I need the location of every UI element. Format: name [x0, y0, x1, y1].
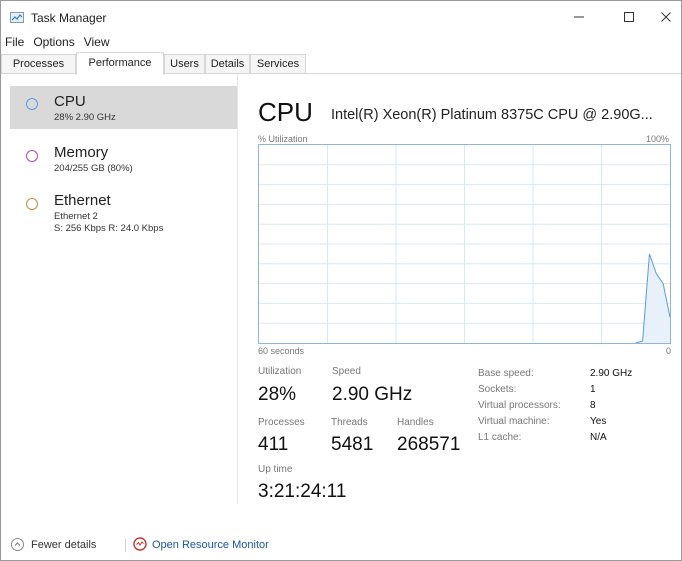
- uptime-value: 3:21:24:11: [258, 481, 347, 502]
- graph-max-label: 100%: [646, 134, 670, 144]
- menu-options[interactable]: Options: [29, 32, 79, 51]
- memory-indicator-icon: [26, 150, 38, 162]
- handles-value: 268571: [397, 434, 461, 455]
- threads-label: Threads: [331, 417, 368, 428]
- maximize-button[interactable]: [610, 6, 648, 28]
- spec-label: Virtual machine:: [478, 416, 550, 427]
- tab-users[interactable]: Users: [164, 54, 205, 74]
- spec-value: Yes: [590, 416, 607, 427]
- cpu-model: Intel(R) Xeon(R) Platinum 8375C CPU @ 2.…: [331, 107, 653, 123]
- resource-throughput: S: 256 Kbps R: 24.0 Kbps: [54, 223, 164, 234]
- resource-cpu[interactable]: CPU 28% 2.90 GHz: [10, 86, 237, 129]
- utilization-area: [635, 253, 670, 343]
- graph-y-label: % Utilization: [258, 134, 308, 144]
- spec-value: 2.90 GHz: [590, 368, 633, 379]
- utilization-value: 28%: [258, 384, 297, 405]
- tab-processes[interactable]: Processes: [1, 54, 76, 74]
- resource-name: CPU: [54, 93, 86, 110]
- menu-view[interactable]: View: [80, 32, 115, 51]
- menu-bar: File Options View: [1, 32, 115, 51]
- tab-strip: Processes Performance Users Details Serv…: [1, 52, 681, 75]
- processes-value: 411: [258, 434, 289, 455]
- tab-performance[interactable]: Performance: [76, 52, 164, 75]
- resource-name: Memory: [54, 144, 109, 161]
- detail-title: CPU: [258, 97, 313, 127]
- cpu-utilization-graph: [258, 144, 671, 344]
- cpu-indicator-icon: [26, 98, 38, 110]
- spec-label: L1 cache:: [478, 432, 522, 443]
- resource-summary: 28% 2.90 GHz: [54, 112, 116, 123]
- graph-canvas: [259, 145, 671, 344]
- utilization-label: Utilization: [258, 366, 302, 377]
- footer-divider: [125, 539, 126, 552]
- footer: Fewer details Open Resource Monitor: [1, 531, 681, 557]
- uptime-label: Up time: [258, 464, 293, 475]
- speed-value: 2.90 GHz: [332, 384, 413, 405]
- tab-details[interactable]: Details: [205, 54, 250, 74]
- fewer-details-button[interactable]: Fewer details: [31, 539, 96, 551]
- resource-summary: Ethernet 2: [54, 211, 98, 222]
- handles-label: Handles: [397, 417, 434, 428]
- processes-label: Processes: [258, 417, 305, 428]
- maximize-icon: [624, 12, 634, 22]
- menu-file[interactable]: File: [1, 32, 29, 51]
- tab-services[interactable]: Services: [250, 54, 306, 74]
- minimize-icon: [574, 16, 584, 18]
- threads-value: 5481: [331, 434, 374, 455]
- close-button[interactable]: [647, 6, 682, 28]
- open-resource-monitor-link[interactable]: Open Resource Monitor: [152, 539, 269, 551]
- title-bar: Task Manager: [1, 1, 681, 32]
- chevron-up-icon[interactable]: [11, 538, 24, 551]
- spec-label: Virtual processors:: [478, 400, 561, 411]
- resource-ethernet[interactable]: Ethernet Ethernet 2 S: 256 Kbps R: 24.0 …: [10, 189, 234, 241]
- resource-name: Ethernet: [54, 192, 111, 209]
- close-icon: [661, 12, 671, 22]
- spec-label: Sockets:: [478, 384, 517, 395]
- spec-value: 8: [590, 400, 596, 411]
- spec-label: Base speed:: [478, 368, 534, 379]
- resource-memory[interactable]: Memory 204/255 GB (80%): [10, 141, 234, 181]
- window-title: Task Manager: [31, 11, 107, 25]
- resource-monitor-icon[interactable]: [133, 537, 147, 551]
- resource-list: CPU 28% 2.90 GHz Memory 204/255 GB (80%)…: [1, 74, 238, 504]
- ethernet-indicator-icon: [26, 198, 38, 210]
- graph-min-label: 0: [666, 346, 672, 356]
- task-manager-window: Task Manager File Options View Processes…: [0, 0, 682, 561]
- spec-value: 1: [590, 384, 596, 395]
- minimize-button[interactable]: [560, 6, 598, 28]
- graph-time-label: 60 seconds: [258, 346, 305, 356]
- task-manager-app-icon: [10, 12, 24, 23]
- resource-summary: 204/255 GB (80%): [54, 163, 133, 174]
- spec-value: N/A: [590, 432, 607, 443]
- speed-label: Speed: [332, 366, 361, 377]
